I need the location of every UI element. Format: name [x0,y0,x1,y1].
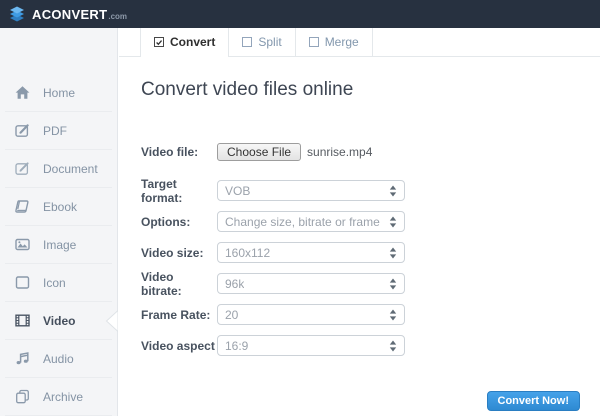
sidebar-item-label: Archive [43,390,83,404]
video-aspect-label: Video aspect [141,339,217,353]
ebook-icon [14,198,31,215]
pdf-icon [14,122,31,139]
options-row: Options: Change size, bitrate or frame r… [141,211,600,232]
video-icon [14,312,31,329]
select-stepper-icon [389,340,397,352]
frame-rate-label: Frame Rate: [141,308,217,322]
video-bitrate-label: Video bitrate: [141,270,217,298]
select-value: VOB [225,184,250,198]
video-aspect-row: Video aspect 16:9 [141,335,600,356]
select-stepper-icon [389,309,397,321]
sidebar-item-label: Image [43,238,76,252]
sidebar-item-label: Ebook [43,200,77,214]
frame-rate-row: Frame Rate: 20 [141,304,600,325]
brand-name[interactable]: ACONVERT [32,7,107,22]
sidebar-item-home[interactable]: Home [5,74,112,112]
page-title: Convert video files online [141,79,600,101]
sidebar-item-ebook[interactable]: Ebook [5,188,112,226]
audio-icon [14,350,31,367]
tab-bar: Convert Split Merge [119,28,600,57]
video-file-label: Video file: [141,145,217,159]
aconvert-page: ACONVERT .com Home PDF Document [0,0,600,416]
tab-label: Convert [170,35,215,49]
layers-logo-icon [8,5,26,23]
archive-icon [14,388,31,405]
select-value: 16:9 [225,339,248,353]
home-icon [14,84,31,101]
category-sidebar: Home PDF Document Ebook [0,28,118,416]
target-format-label: Target format: [141,177,217,205]
main-panel: Convert Split Merge Convert video files … [119,28,600,416]
sidebar-item-document[interactable]: Document [5,150,112,188]
select-stepper-icon [389,216,397,228]
select-stepper-icon [389,278,397,290]
sidebar-item-icon[interactable]: Icon [5,264,112,302]
video-size-label: Video size: [141,246,217,260]
target-format-select[interactable]: VOB [217,180,405,201]
tab-label: Split [258,35,281,49]
sidebar-item-label: Document [43,162,98,176]
sidebar-item-label: PDF [43,124,67,138]
video-file-row: Video file: Choose File sunrise.mp4 [141,143,600,160]
video-aspect-select[interactable]: 16:9 [217,335,405,356]
convert-now-button[interactable]: Convert Now! [487,391,581,411]
select-value: 160x112 [225,246,270,260]
convert-form: Convert video files online Video file: C… [119,57,600,356]
sidebar-item-label: Home [43,86,75,100]
options-select[interactable]: Change size, bitrate or frame rate [217,211,405,232]
sidebar-item-video[interactable]: Video [5,302,112,340]
options-label: Options: [141,215,217,229]
brand-suffix: .com [108,12,127,21]
top-header: ACONVERT .com [0,0,600,28]
select-value: 20 [225,308,238,322]
frame-rate-select[interactable]: 20 [217,304,405,325]
video-bitrate-row: Video bitrate: 96k [141,273,600,294]
active-item-pointer [105,310,118,332]
video-size-select[interactable]: 160x112 [217,242,405,263]
tab-label: Merge [325,35,359,49]
select-value: Change size, bitrate or frame rate [225,215,383,229]
video-bitrate-select[interactable]: 96k [217,273,405,294]
selected-file-name: sunrise.mp4 [307,145,372,159]
image-icon [14,236,31,253]
choose-file-button[interactable]: Choose File [217,143,301,161]
tab-merge[interactable]: Merge [296,28,373,56]
sidebar-item-archive[interactable]: Archive [5,378,112,416]
video-size-row: Video size: 160x112 [141,242,600,263]
sidebar-item-label: Icon [43,276,66,290]
tab-convert[interactable]: Convert [140,28,229,56]
sidebar-item-label: Audio [43,352,74,366]
sidebar-item-audio[interactable]: Audio [5,340,112,378]
document-icon [14,160,31,177]
checkbox-checked-icon [154,37,164,47]
target-format-row: Target format: VOB [141,180,600,201]
tab-split[interactable]: Split [229,28,295,56]
sidebar-item-image[interactable]: Image [5,226,112,264]
select-stepper-icon [389,247,397,259]
sidebar-item-pdf[interactable]: PDF [5,112,112,150]
select-stepper-icon [389,185,397,197]
checkbox-unchecked-icon [309,37,319,47]
sidebar-item-label: Video [43,314,75,328]
select-value: 96k [225,277,244,291]
checkbox-unchecked-icon [242,37,252,47]
icon-icon [14,274,31,291]
